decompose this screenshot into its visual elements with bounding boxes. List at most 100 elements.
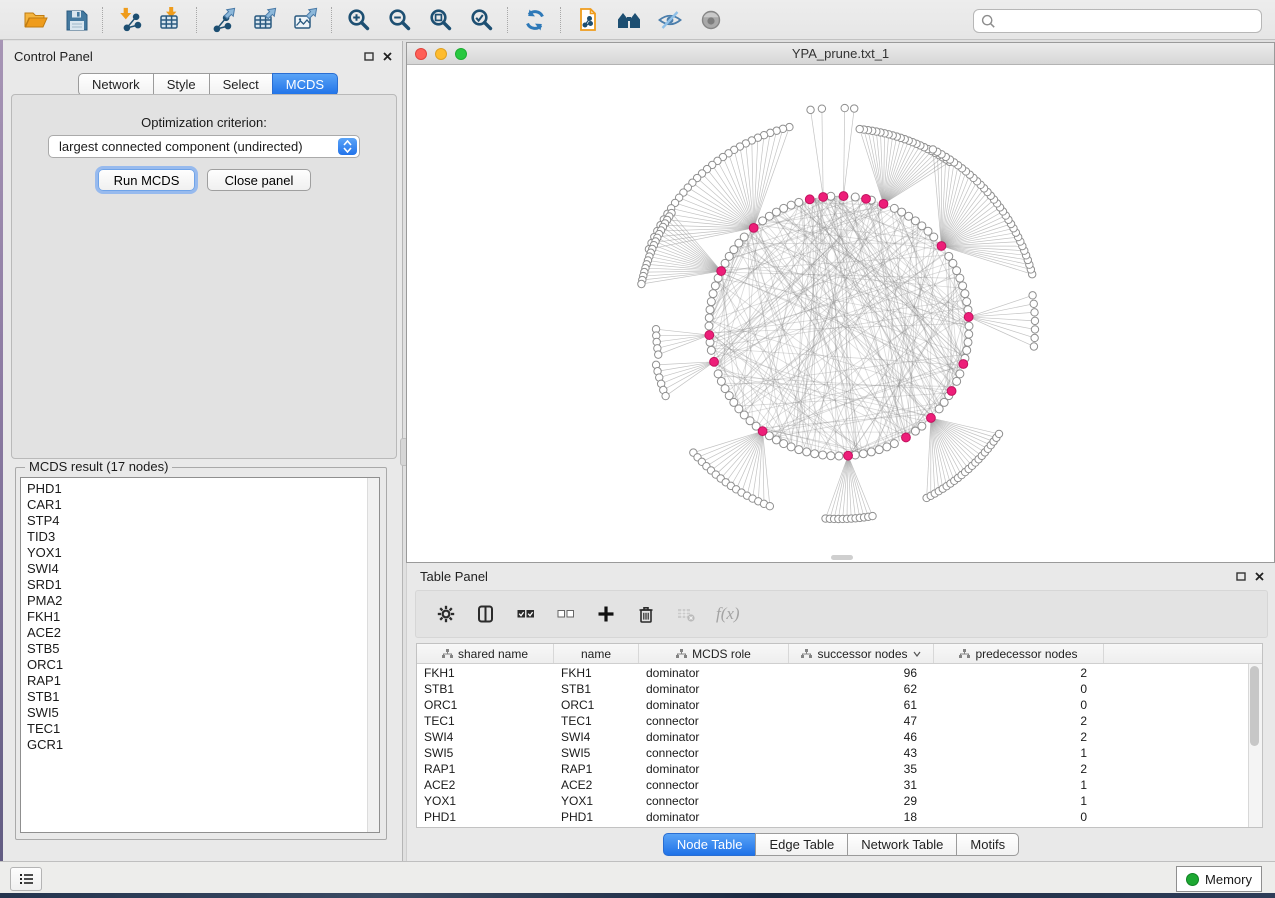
tab-network[interactable]: Network bbox=[78, 73, 154, 96]
add-row-icon[interactable] bbox=[596, 604, 616, 624]
mcds-result-item[interactable]: STP4 bbox=[21, 513, 379, 529]
table-cell[interactable]: 2 bbox=[934, 730, 1104, 744]
close-panel-button[interactable]: Close panel bbox=[207, 169, 311, 191]
float-table-panel-icon[interactable] bbox=[1236, 569, 1246, 584]
export-table-icon[interactable] bbox=[251, 6, 278, 33]
table-cell[interactable]: STB1 bbox=[417, 682, 554, 696]
table-cell[interactable]: 62 bbox=[789, 682, 934, 696]
table-cell[interactable]: 0 bbox=[934, 698, 1104, 712]
table-cell[interactable]: SWI5 bbox=[554, 746, 639, 760]
table-cell[interactable]: 18 bbox=[789, 810, 934, 824]
mcds-result-item[interactable]: ORC1 bbox=[21, 657, 379, 673]
table-cell[interactable]: TEC1 bbox=[554, 714, 639, 728]
memory-button[interactable]: Memory bbox=[1176, 866, 1262, 892]
table-cell[interactable]: 0 bbox=[934, 682, 1104, 696]
table-cell[interactable]: STB1 bbox=[554, 682, 639, 696]
settings-gear-icon[interactable] bbox=[436, 604, 456, 624]
delete-row-icon[interactable] bbox=[636, 604, 656, 624]
column-header-MCDS-role[interactable]: MCDS role bbox=[639, 644, 789, 663]
node-table-scrollbar[interactable] bbox=[1248, 664, 1262, 827]
tab-node-table[interactable]: Node Table bbox=[663, 833, 757, 856]
table-cell[interactable]: dominator bbox=[639, 698, 789, 712]
table-cell[interactable]: ACE2 bbox=[554, 778, 639, 792]
network-graph-canvas[interactable] bbox=[407, 65, 1274, 562]
table-cell[interactable]: 2 bbox=[934, 714, 1104, 728]
tab-select[interactable]: Select bbox=[209, 73, 273, 96]
mcds-result-item[interactable]: PHD1 bbox=[21, 481, 379, 497]
table-cell[interactable]: 2 bbox=[934, 666, 1104, 680]
zoom-in-icon[interactable] bbox=[345, 6, 372, 33]
import-network-icon[interactable] bbox=[116, 6, 143, 33]
mcds-result-item[interactable]: STB1 bbox=[21, 689, 379, 705]
mcds-result-item[interactable]: PMA2 bbox=[21, 593, 379, 609]
mcds-result-item[interactable]: TID3 bbox=[21, 529, 379, 545]
table-cell[interactable]: SWI4 bbox=[417, 730, 554, 744]
zoom-selected-icon[interactable] bbox=[468, 6, 495, 33]
table-cell[interactable]: YOX1 bbox=[554, 794, 639, 808]
zoom-fit-icon[interactable] bbox=[427, 6, 454, 33]
table-cell[interactable]: 31 bbox=[789, 778, 934, 792]
table-cell[interactable]: FKH1 bbox=[417, 666, 554, 680]
table-cell[interactable]: PHD1 bbox=[417, 810, 554, 824]
float-panel-icon[interactable] bbox=[364, 49, 374, 64]
column-header-predecessor-nodes[interactable]: predecessor nodes bbox=[934, 644, 1104, 663]
table-cell[interactable]: 0 bbox=[934, 810, 1104, 824]
column-header-successor-nodes[interactable]: successor nodes bbox=[789, 644, 934, 663]
mcds-result-item[interactable]: STB5 bbox=[21, 641, 379, 657]
mcds-result-item[interactable]: SWI4 bbox=[21, 561, 379, 577]
table-cell[interactable]: ORC1 bbox=[417, 698, 554, 712]
optimization-criterion-select[interactable]: largest connected component (undirected) bbox=[48, 135, 360, 158]
columns-icon[interactable] bbox=[476, 604, 496, 624]
table-cell[interactable]: 29 bbox=[789, 794, 934, 808]
table-cell[interactable]: 1 bbox=[934, 778, 1104, 792]
export-network-icon[interactable] bbox=[210, 6, 237, 33]
table-cell[interactable]: SWI5 bbox=[417, 746, 554, 760]
zoom-out-icon[interactable] bbox=[386, 6, 413, 33]
show-all-icon[interactable] bbox=[697, 6, 724, 33]
tab-edge-table[interactable]: Edge Table bbox=[755, 833, 848, 856]
table-cell[interactable]: dominator bbox=[639, 682, 789, 696]
mcds-result-item[interactable]: FKH1 bbox=[21, 609, 379, 625]
table-cell[interactable]: ACE2 bbox=[417, 778, 554, 792]
table-cell[interactable]: 2 bbox=[934, 762, 1104, 776]
table-cell[interactable]: RAP1 bbox=[554, 762, 639, 776]
table-cell[interactable]: dominator bbox=[639, 666, 789, 680]
table-cell[interactable]: 61 bbox=[789, 698, 934, 712]
table-cell[interactable]: 43 bbox=[789, 746, 934, 760]
tab-network-table[interactable]: Network Table bbox=[847, 833, 957, 856]
mcds-list-scrollbar[interactable] bbox=[367, 478, 379, 832]
mcds-result-item[interactable]: GCR1 bbox=[21, 737, 379, 753]
table-cell[interactable]: FKH1 bbox=[554, 666, 639, 680]
export-image-icon[interactable] bbox=[292, 6, 319, 33]
network-window-titlebar[interactable]: YPA_prune.txt_1 bbox=[407, 43, 1274, 65]
close-panel-icon[interactable] bbox=[383, 49, 392, 64]
table-cell[interactable]: connector bbox=[639, 794, 789, 808]
mcds-result-item[interactable]: SRD1 bbox=[21, 577, 379, 593]
table-cell[interactable]: 35 bbox=[789, 762, 934, 776]
table-cell[interactable]: 96 bbox=[789, 666, 934, 680]
table-cell[interactable]: SWI4 bbox=[554, 730, 639, 744]
table-cell[interactable]: dominator bbox=[639, 730, 789, 744]
open-icon[interactable] bbox=[22, 6, 49, 33]
table-cell[interactable]: 1 bbox=[934, 794, 1104, 808]
mcds-result-item[interactable]: YOX1 bbox=[21, 545, 379, 561]
tab-style[interactable]: Style bbox=[153, 73, 210, 96]
network-hscroll-thumb[interactable] bbox=[831, 555, 853, 560]
mcds-result-item[interactable]: CAR1 bbox=[21, 497, 379, 513]
table-cell[interactable]: connector bbox=[639, 714, 789, 728]
new-network-from-selection-icon[interactable] bbox=[574, 6, 601, 33]
table-cell[interactable]: 1 bbox=[934, 746, 1104, 760]
table-cell[interactable]: TEC1 bbox=[417, 714, 554, 728]
mcds-result-item[interactable]: TEC1 bbox=[21, 721, 379, 737]
column-header-shared-name[interactable]: shared name bbox=[417, 644, 554, 663]
column-header-name[interactable]: name bbox=[554, 644, 639, 663]
select-all-icon[interactable] bbox=[516, 604, 536, 624]
table-cell[interactable]: dominator bbox=[639, 762, 789, 776]
table-cell[interactable]: ORC1 bbox=[554, 698, 639, 712]
mcds-result-item[interactable]: ACE2 bbox=[21, 625, 379, 641]
table-cell[interactable]: YOX1 bbox=[417, 794, 554, 808]
apply-layout-icon[interactable] bbox=[521, 6, 548, 33]
hide-selected-icon[interactable] bbox=[656, 6, 683, 33]
import-table-icon[interactable] bbox=[157, 6, 184, 33]
table-cell[interactable]: dominator bbox=[639, 810, 789, 824]
